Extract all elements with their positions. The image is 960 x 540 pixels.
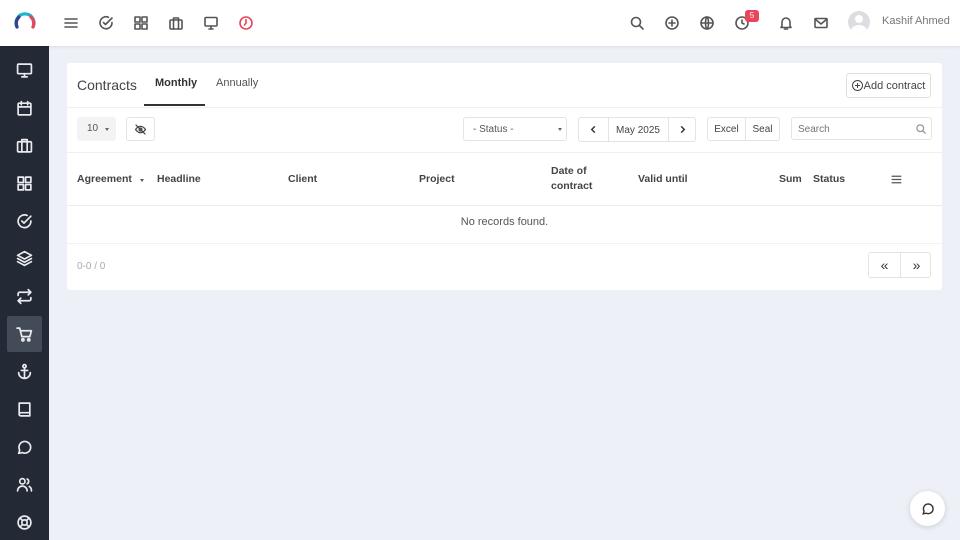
col-status[interactable]: Status bbox=[813, 172, 845, 187]
anchor-icon bbox=[17, 363, 32, 379]
col-client[interactable]: Client bbox=[288, 172, 317, 187]
message-circle-icon bbox=[921, 502, 934, 515]
divider bbox=[67, 243, 942, 244]
briefcase-icon[interactable] bbox=[166, 13, 186, 33]
pagination-info: 0-0 / 0 bbox=[77, 261, 106, 272]
sort-desc-icon[interactable] bbox=[140, 179, 144, 182]
col-project[interactable]: Project bbox=[419, 172, 455, 187]
table-toolbar: 10 - Status - May 2025 Excel Seal bbox=[67, 107, 942, 152]
period-label: May 2025 bbox=[616, 125, 660, 136]
check-circle-icon bbox=[17, 213, 32, 228]
monitor-icon bbox=[16, 62, 33, 78]
col-headline[interactable]: Headline bbox=[157, 172, 201, 187]
sidebar bbox=[0, 46, 49, 540]
col-date-line1: Date of bbox=[551, 165, 587, 177]
prev-period-button[interactable] bbox=[579, 118, 608, 141]
first-page-button[interactable]: « bbox=[869, 253, 900, 277]
lifebuoy-icon bbox=[17, 514, 32, 530]
grid-icon bbox=[17, 175, 32, 191]
sidebar-item-apps[interactable] bbox=[7, 165, 42, 201]
user-name[interactable]: Kashif Ahmed bbox=[882, 15, 950, 27]
sidebar-item-messages[interactable] bbox=[7, 429, 42, 465]
next-period-button[interactable] bbox=[668, 118, 696, 141]
search-input[interactable] bbox=[798, 121, 908, 137]
bell-icon[interactable] bbox=[776, 13, 796, 33]
period-navigator: May 2025 bbox=[578, 117, 696, 142]
last-page-button[interactable]: » bbox=[901, 253, 932, 277]
sidebar-item-support[interactable] bbox=[7, 504, 42, 540]
status-select[interactable]: - Status - bbox=[463, 117, 567, 141]
search-icon[interactable] bbox=[627, 13, 647, 33]
col-date-line2: contract bbox=[551, 180, 593, 192]
users-icon bbox=[16, 477, 33, 492]
globe-icon[interactable] bbox=[697, 13, 717, 33]
plus-circle-icon bbox=[851, 80, 863, 91]
chevron-right-icon bbox=[680, 125, 685, 134]
app-logo[interactable] bbox=[14, 12, 36, 34]
sidebar-item-knowledge[interactable] bbox=[7, 391, 42, 427]
mail-icon[interactable] bbox=[811, 13, 831, 33]
chevron-down-icon bbox=[105, 128, 109, 131]
chevron-down-icon bbox=[558, 128, 562, 131]
page-size-select[interactable]: 10 bbox=[77, 117, 116, 141]
chat-button[interactable] bbox=[910, 491, 945, 526]
sidebar-item-projects[interactable] bbox=[7, 127, 42, 163]
pagination: « » bbox=[868, 252, 931, 278]
book-icon bbox=[18, 401, 31, 417]
add-contract-label: Add contract bbox=[863, 79, 926, 92]
table-header: Agreement Headline Client Project Date o… bbox=[67, 152, 942, 206]
column-visibility-button[interactable] bbox=[126, 117, 155, 141]
clock-icon[interactable] bbox=[236, 13, 256, 33]
sidebar-item-tasks[interactable] bbox=[7, 203, 42, 239]
seal-button[interactable]: Seal bbox=[745, 124, 780, 135]
briefcase-icon bbox=[16, 138, 33, 153]
calendar-icon bbox=[17, 100, 32, 116]
col-valid-until[interactable]: Valid until bbox=[638, 172, 688, 187]
monitor-icon[interactable] bbox=[201, 13, 221, 33]
col-sum[interactable]: Sum bbox=[779, 172, 802, 187]
top-bar: 5 Kashif Ahmed bbox=[0, 0, 960, 46]
sidebar-item-anchor[interactable] bbox=[7, 353, 42, 389]
grid-icon[interactable] bbox=[131, 13, 151, 33]
tab-annually[interactable]: Annually bbox=[216, 77, 258, 89]
tab-monthly[interactable]: Monthly bbox=[155, 77, 197, 89]
eye-off-icon bbox=[134, 123, 147, 135]
message-circle-icon bbox=[17, 440, 32, 454]
sidebar-item-dashboard[interactable] bbox=[7, 52, 42, 88]
sidebar-item-sales[interactable] bbox=[7, 316, 42, 352]
contracts-card: Contracts Monthly Annually Add contract … bbox=[67, 63, 942, 290]
chevron-left-icon bbox=[590, 125, 596, 134]
plus-circle-icon[interactable] bbox=[662, 13, 682, 33]
sidebar-item-team[interactable] bbox=[7, 466, 42, 502]
layers-icon bbox=[16, 250, 33, 266]
export-buttons: Excel Seal bbox=[707, 117, 780, 141]
repeat-icon bbox=[17, 288, 32, 304]
column-menu-icon[interactable] bbox=[890, 173, 903, 186]
check-circle-icon[interactable] bbox=[96, 13, 116, 33]
add-contract-button[interactable]: Add contract bbox=[846, 73, 931, 98]
sidebar-item-layers[interactable] bbox=[7, 240, 42, 276]
empty-message: No records found. bbox=[460, 216, 549, 228]
timer-badge: 5 bbox=[745, 10, 759, 22]
col-date-of-contract[interactable]: Date of contract bbox=[551, 164, 592, 194]
col-agreement[interactable]: Agreement bbox=[77, 172, 132, 187]
page-title: Contracts bbox=[77, 77, 137, 93]
status-select-value: - Status - bbox=[473, 124, 514, 135]
avatar[interactable] bbox=[848, 11, 870, 33]
excel-button[interactable]: Excel bbox=[708, 124, 745, 135]
search-box bbox=[791, 117, 932, 140]
menu-icon[interactable] bbox=[61, 13, 81, 33]
sidebar-item-calendar[interactable] bbox=[7, 90, 42, 126]
sidebar-item-subscriptions[interactable] bbox=[7, 278, 42, 314]
page-size-value: 10 bbox=[87, 123, 99, 134]
search-icon[interactable] bbox=[915, 123, 927, 135]
active-tab-indicator bbox=[144, 104, 205, 106]
cart-icon bbox=[16, 326, 33, 342]
